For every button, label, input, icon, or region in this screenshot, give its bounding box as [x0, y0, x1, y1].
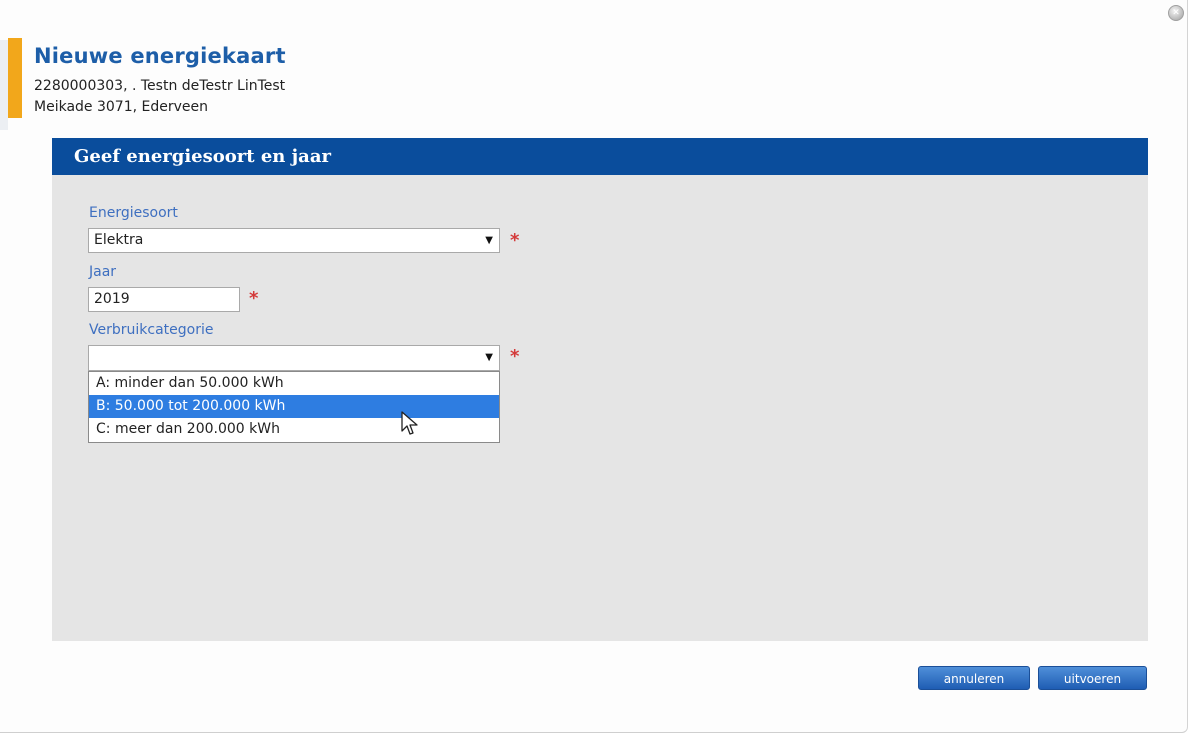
mouse-pointer-icon [401, 411, 418, 435]
background-edge [0, 40, 8, 130]
close-icon[interactable]: ✕ [1168, 5, 1184, 21]
jaar-label: Jaar [89, 264, 117, 280]
verbruik-label: Verbruikcategorie [89, 322, 214, 338]
required-mark: * [249, 288, 259, 309]
verbruikcategorie-select[interactable]: ▼ [88, 345, 500, 371]
submit-button[interactable]: uitvoeren [1038, 666, 1147, 690]
option-a[interactable]: A: minder dan 50.000 kWh [89, 372, 499, 395]
address-line: Meikade 3071, Ederveen [34, 99, 208, 115]
accent-bar [8, 38, 22, 118]
chevron-down-icon[interactable]: ▼ [485, 346, 493, 369]
jaar-input[interactable]: 2019 [88, 287, 240, 312]
required-mark: * [510, 346, 520, 367]
energiesoort-select[interactable]: Elektra ▼ [88, 228, 500, 253]
energiesoort-label: Energiesoort [89, 205, 178, 221]
cancel-button[interactable]: annuleren [918, 666, 1030, 690]
verbruik-dropdown-list: A: minder dan 50.000 kWh B: 50.000 tot 2… [88, 371, 500, 443]
chevron-down-icon[interactable]: ▼ [485, 229, 493, 252]
customer-id-line: 2280000303, . Testn deTestr LinTest [34, 78, 286, 94]
option-c[interactable]: C: meer dan 200.000 kWh [89, 418, 499, 441]
panel-title: Geef energiesoort en jaar [52, 138, 1148, 175]
required-mark: * [510, 230, 520, 251]
page-title: Nieuwe energiekaart [34, 44, 286, 68]
energiesoort-value: Elektra [94, 232, 144, 248]
dialog: ✕ Nieuwe energiekaart 2280000303, . Test… [0, 0, 1188, 733]
option-b[interactable]: B: 50.000 tot 200.000 kWh [89, 395, 499, 418]
